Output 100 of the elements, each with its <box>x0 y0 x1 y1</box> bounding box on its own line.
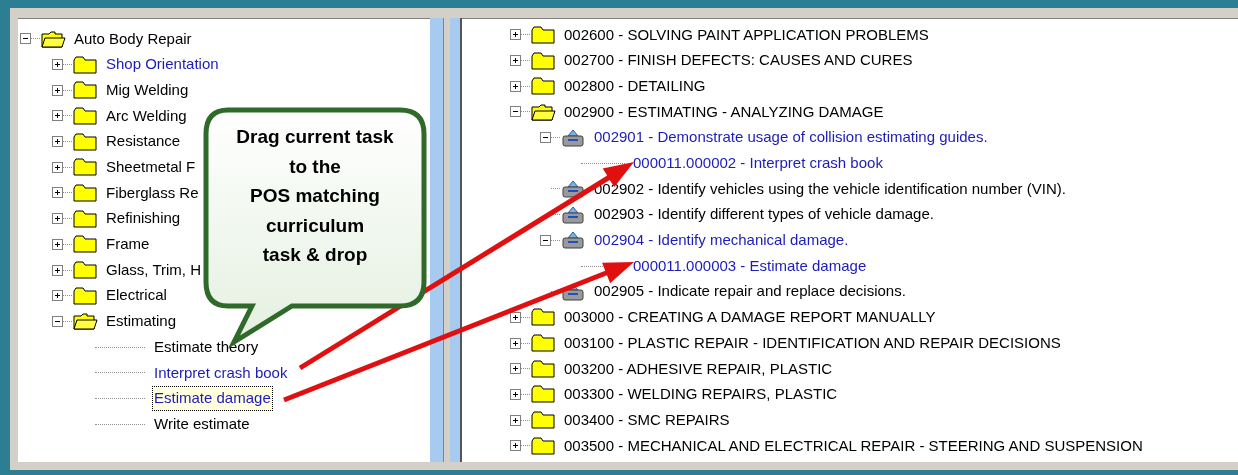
folder-icon <box>530 50 556 71</box>
folder-icon <box>72 285 98 306</box>
expand-icon[interactable] <box>510 29 521 41</box>
tree-item[interactable]: 003400 - SMC REPAIRS <box>563 408 731 432</box>
tree-line <box>63 269 72 271</box>
tree-item[interactable]: Resistance <box>105 130 182 153</box>
open-folder-icon <box>72 311 98 332</box>
tree-line <box>95 397 145 399</box>
tree-item[interactable]: 000011.000002 - Interpret crash book <box>632 152 884 175</box>
folder-icon <box>72 80 98 101</box>
tree-line <box>521 445 530 447</box>
folder-icon <box>72 54 98 75</box>
tree-item[interactable]: 000011.000003 - Estimate damage <box>632 254 868 278</box>
folder-icon <box>530 76 556 97</box>
expand-icon[interactable] <box>52 290 63 302</box>
tree-item[interactable]: Fiberglass Re <box>105 181 200 205</box>
expand-icon[interactable] <box>510 388 521 400</box>
tree-line <box>521 111 530 113</box>
tree-line <box>63 89 72 91</box>
tree-item[interactable]: Arc Welding <box>105 104 188 128</box>
tree-item[interactable]: 003000 - CREATING A DAMAGE REPORT MANUALLY <box>563 306 937 329</box>
tree-item[interactable]: 002700 - FINISH DEFECTS: CAUSES AND CURES <box>563 49 914 72</box>
tree-item[interactable]: 002900 - ESTIMATING - ANALYZING DAMAGE <box>563 100 885 124</box>
tree-item[interactable]: Estimate theory <box>152 334 261 360</box>
tree-item[interactable]: 003500 - MECHANICAL AND ELECTRICAL REPAIR - STEERING AND SUSPENSION <box>563 434 1144 458</box>
expand-icon[interactable] <box>52 213 63 225</box>
tree-line <box>63 166 72 168</box>
expand-icon[interactable] <box>510 80 521 92</box>
expand-icon[interactable] <box>52 238 63 250</box>
tree-item[interactable]: Frame <box>105 233 151 256</box>
tree-item[interactable]: Auto Body Repair <box>73 27 193 51</box>
tree-item[interactable]: Mig Welding <box>105 78 190 102</box>
folder-icon <box>530 410 556 431</box>
tree-line <box>63 192 72 194</box>
tree-line <box>63 115 72 117</box>
tree-item[interactable]: 002904 - Identify mechanical damage. <box>593 229 850 252</box>
expand-icon[interactable] <box>52 84 63 96</box>
tree-item[interactable]: 002901 - Demonstrate usage of collision estimating guides. <box>593 126 989 149</box>
tree-item[interactable]: Interpret crash book <box>152 360 290 386</box>
splitter[interactable] <box>450 18 462 462</box>
tree-line <box>551 188 560 190</box>
expand-icon[interactable] <box>510 337 521 349</box>
tree-line <box>63 295 72 297</box>
tree-item[interactable]: 002800 - DETAILING <box>563 74 707 98</box>
tree-line <box>521 368 530 370</box>
expand-icon[interactable] <box>52 110 63 122</box>
tree-item[interactable]: 002905 - Indicate repair and replace decisions. <box>593 280 907 303</box>
expand-icon[interactable] <box>52 136 63 148</box>
folder-icon <box>530 307 556 328</box>
callout-text: Drag current task to the POS matching curriculum task & drop <box>236 125 394 267</box>
collapse-icon[interactable] <box>540 234 551 246</box>
expand-icon[interactable] <box>510 55 521 67</box>
tree-item[interactable]: 002600 - SOLVING PAINT APPLICATION PROBLEMS <box>563 23 930 47</box>
splitter[interactable] <box>430 18 444 462</box>
tree-line <box>31 38 40 40</box>
tree-line <box>521 316 530 318</box>
expand-icon[interactable] <box>52 264 63 276</box>
expand-icon[interactable] <box>510 440 521 452</box>
folder-icon <box>72 182 98 203</box>
open-folder-icon <box>40 28 66 49</box>
expand-icon[interactable] <box>52 161 63 173</box>
expand-icon[interactable] <box>52 187 63 199</box>
tree-item[interactable]: Estimating <box>105 310 178 333</box>
folder-icon <box>72 131 98 152</box>
tree-item[interactable]: Electrical <box>105 284 168 307</box>
tree-item[interactable]: 003300 - WELDING REPAIRS, PLASTIC <box>563 383 839 406</box>
tree-item[interactable]: Sheetmetal F <box>105 156 197 179</box>
tree-item[interactable]: 003100 - PLASTIC REPAIR - IDENTIFICATION AND REPAIR DECISIONS <box>563 331 1062 355</box>
expand-icon[interactable] <box>510 414 521 426</box>
expand-icon[interactable] <box>510 311 521 323</box>
tree-item[interactable]: Glass, Trim, H <box>105 258 202 282</box>
tree-line <box>63 320 72 322</box>
tree-line <box>521 393 530 395</box>
tree-item[interactable]: 002903 - Identify different types of vehicle damage. <box>593 203 935 226</box>
tree-line <box>63 218 72 220</box>
tree-item[interactable]: Write estimate <box>152 411 252 437</box>
tree-line <box>95 372 145 374</box>
tree-item[interactable]: Estimate damage <box>152 386 273 411</box>
expand-icon[interactable] <box>52 59 63 71</box>
tree-line <box>63 64 72 66</box>
tree-line <box>521 60 530 62</box>
folder-icon <box>72 260 98 281</box>
tree-line <box>551 239 560 241</box>
tree-item[interactable]: Refinishing <box>105 207 182 230</box>
tree-line <box>521 34 530 36</box>
tree-line <box>95 346 145 348</box>
folder-icon <box>72 105 98 126</box>
collapse-icon[interactable] <box>52 315 63 327</box>
expand-icon[interactable] <box>510 363 521 375</box>
collapse-icon[interactable] <box>510 106 521 118</box>
collapse-icon[interactable] <box>540 132 551 144</box>
tree-item[interactable]: 003200 - ADHESIVE REPAIR, PLASTIC <box>563 357 834 381</box>
tray-icon <box>560 230 586 251</box>
tree-line <box>581 162 625 164</box>
folder-icon <box>530 358 556 379</box>
collapse-icon[interactable] <box>20 33 31 45</box>
tray-icon <box>560 127 586 148</box>
folder-icon <box>72 157 98 178</box>
tree-item[interactable]: Shop Orientation <box>105 53 220 76</box>
folder-icon <box>530 24 556 45</box>
